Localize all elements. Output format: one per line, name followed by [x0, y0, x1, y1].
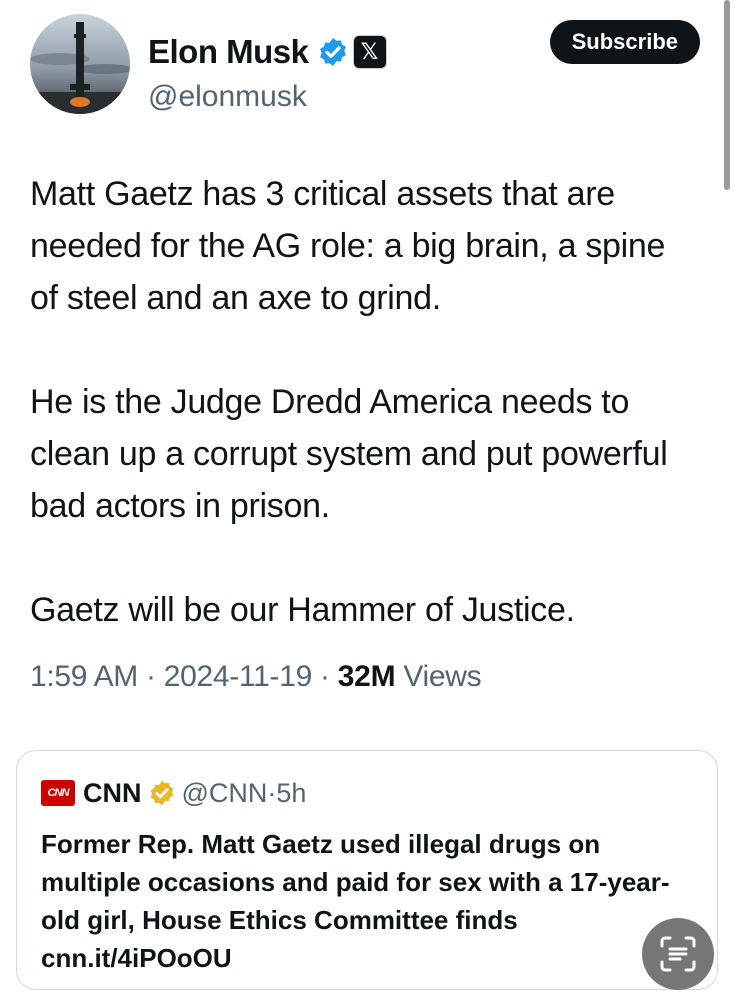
quoted-tweet-text: Former Rep. Matt Gaetz used illegal drug…: [41, 829, 670, 973]
meta-separator: ·: [146, 660, 156, 693]
quoted-tweet-age: 5h: [276, 777, 307, 808]
text-recognition-button[interactable]: [642, 918, 714, 990]
quote-separator: ·: [267, 777, 277, 808]
tweet-time[interactable]: 1:59 AM: [30, 660, 138, 693]
views-count[interactable]: 32M: [338, 660, 396, 693]
quoted-author-name: CNN: [83, 777, 142, 808]
tweet-meta: 1:59 AM · 2024-11-19 · 32M Views: [30, 660, 482, 694]
tweet-header: Elon Musk 𝕏 @elonmusk Subscribe: [30, 14, 700, 114]
tweet-paragraph: Matt Gaetz has 3 critical assets that ar…: [30, 175, 666, 317]
views-label: Views: [403, 660, 482, 693]
tweet-text: Matt Gaetz has 3 critical assets that ar…: [30, 168, 702, 636]
tweet-paragraph: Gaetz will be our Hammer of Justice.: [30, 591, 575, 629]
tweet-date[interactable]: 2024-11-19: [164, 660, 313, 693]
name-row: Elon Musk 𝕏: [148, 32, 387, 72]
tweet-paragraph: He is the Judge Dredd America needs to c…: [30, 383, 668, 525]
quoted-author-handle: @CNN: [181, 777, 268, 808]
quoted-tweet-header: CNN CNN @CNN · 5h: [41, 777, 693, 809]
scrollbar[interactable]: [724, 0, 730, 190]
meta-separator: ·: [320, 660, 330, 693]
text-recognition-icon: [660, 936, 696, 972]
avatar[interactable]: [30, 14, 130, 114]
quoted-tweet[interactable]: CNN CNN @CNN · 5h Former Rep. Matt Gaetz…: [16, 750, 718, 990]
verified-check-icon: [319, 38, 346, 66]
x-logo-icon: 𝕏: [352, 35, 387, 69]
display-name[interactable]: Elon Musk: [148, 33, 309, 71]
subscribe-button[interactable]: Subscribe: [549, 20, 700, 64]
gold-verified-icon: [150, 780, 173, 806]
cnn-logo-icon: CNN: [41, 780, 75, 806]
handle[interactable]: @elonmusk: [148, 80, 307, 114]
